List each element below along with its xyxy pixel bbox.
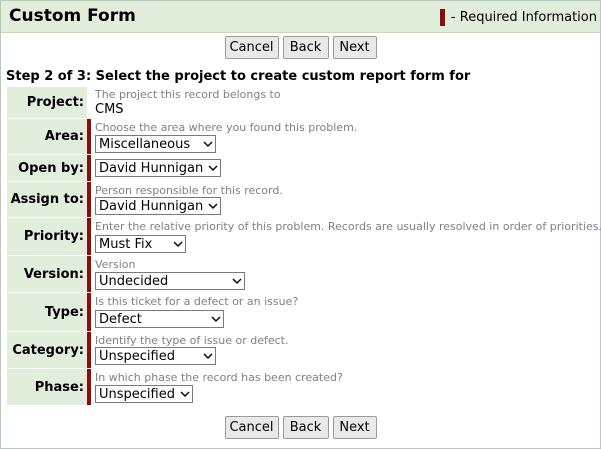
project-value: CMS [95, 102, 124, 117]
row-version: Version: Version Undecided [7, 256, 599, 292]
row-type: Type: Is this ticket for a defect or an … [7, 293, 599, 331]
required-bar [87, 218, 91, 255]
required-bar [87, 369, 91, 405]
chevron-down-icon [206, 161, 220, 175]
cancel-button[interactable]: Cancel [224, 36, 279, 59]
chevron-down-icon [201, 349, 215, 363]
label-category: Category: [7, 332, 87, 368]
chevron-down-icon [171, 237, 185, 251]
required-bar [87, 155, 91, 181]
next-button[interactable]: Next [332, 36, 377, 59]
row-priority: Priority: Enter the relative priority of… [7, 218, 601, 255]
required-bar [87, 293, 91, 331]
top-button-bar: Cancel Back Next [0, 36, 601, 61]
step-title: Step 2 of 3: Select the project to creat… [6, 69, 471, 84]
back-button[interactable]: Back [282, 36, 329, 59]
required-bar [87, 256, 91, 292]
page-title: Custom Form [9, 6, 136, 26]
chevron-down-icon [209, 312, 223, 326]
type-select[interactable]: Defect [95, 310, 224, 328]
required-bar [87, 119, 91, 154]
back-button[interactable]: Back [282, 416, 329, 439]
chevron-down-icon [230, 274, 244, 288]
hint-assign-to: Person responsible for this record. [95, 184, 283, 197]
area-select[interactable]: Miscellaneous [95, 135, 216, 153]
next-button[interactable]: Next [332, 416, 377, 439]
phase-select[interactable]: Unspecified [95, 385, 193, 403]
hint-priority: Enter the relative priority of this prob… [95, 220, 601, 233]
hint-phase: In which phase the record has been creat… [95, 371, 343, 384]
label-project: Project: [7, 87, 87, 118]
chevron-down-icon [206, 199, 220, 213]
chevron-down-icon [178, 387, 192, 401]
priority-select[interactable]: Must Fix [95, 235, 186, 253]
row-category: Category: Identify the type of issue or … [7, 332, 599, 368]
version-select[interactable]: Undecided [95, 272, 245, 290]
cancel-button[interactable]: Cancel [224, 416, 279, 439]
required-bar [87, 182, 91, 217]
hint-type: Is this ticket for a defect or an issue? [95, 295, 299, 308]
label-phase: Phase: [7, 369, 87, 405]
row-area: Area: Choose the area where you found th… [7, 119, 599, 154]
row-open-by: Open by: David Hunnigan [7, 155, 599, 181]
label-area: Area: [7, 119, 87, 154]
row-assign-to: Assign to: Person responsible for this r… [7, 182, 599, 217]
label-priority: Priority: [7, 218, 87, 255]
hint-category: Identify the type of issue or defect. [95, 334, 289, 347]
required-bar [87, 332, 91, 368]
hint-version: Version [95, 258, 136, 271]
chevron-down-icon [201, 137, 215, 151]
row-project: Project: The project this record belongs… [7, 87, 599, 118]
label-version: Version: [7, 256, 87, 292]
form-header: Custom Form - Required Information [1, 1, 600, 33]
label-assign-to: Assign to: [7, 182, 87, 217]
hint-project: The project this record belongs to [95, 88, 281, 101]
required-marker [439, 9, 445, 26]
required-legend-text: - Required Information [450, 10, 597, 25]
open-by-select[interactable]: David Hunnigan [95, 159, 221, 177]
category-select[interactable]: Unspecified [95, 347, 216, 365]
assign-to-select[interactable]: David Hunnigan [95, 197, 221, 215]
hint-area: Choose the area where you found this pro… [95, 121, 358, 134]
required-legend: - Required Information [439, 9, 597, 26]
label-open-by: Open by: [7, 155, 87, 181]
bottom-button-bar: Cancel Back Next [0, 416, 601, 441]
row-phase: Phase: In which phase the record has bee… [7, 369, 599, 405]
label-type: Type: [7, 293, 87, 331]
